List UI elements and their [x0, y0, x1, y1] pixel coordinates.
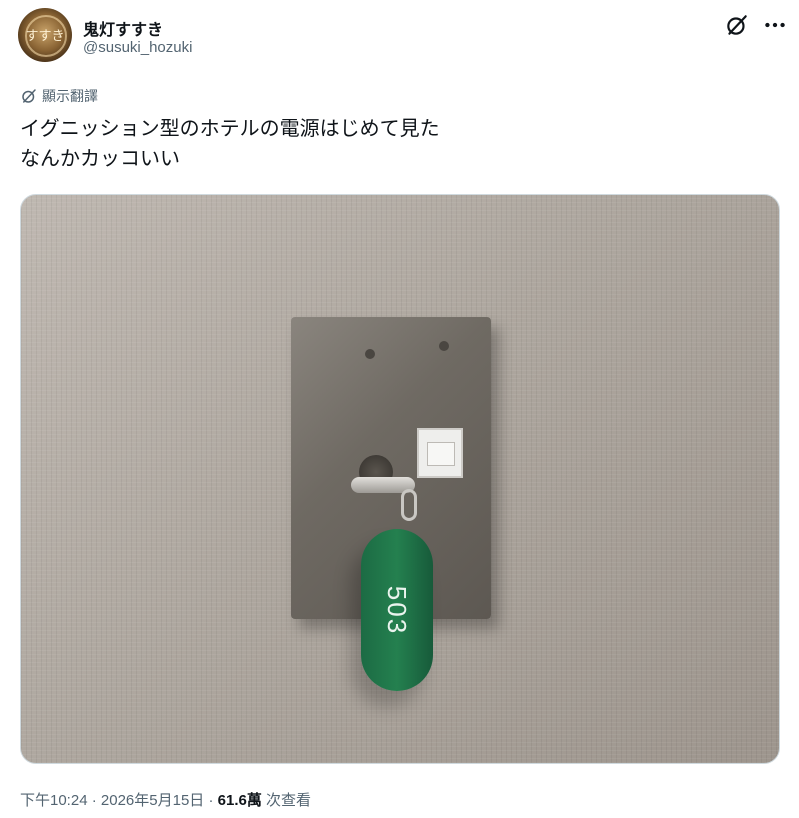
tweet-meta: 下午10:24 · 2026年5月15日 · 61.6萬 次查看: [20, 789, 311, 810]
separator: ·: [208, 792, 214, 809]
display-name[interactable]: 鬼灯すすき: [83, 16, 163, 40]
grok-icon[interactable]: [724, 12, 750, 38]
views-label: 次查看: [266, 792, 312, 809]
view-count: 61.6萬: [217, 792, 262, 809]
avatar[interactable]: すすき: [18, 8, 72, 62]
screw: [439, 341, 449, 351]
tweet-time[interactable]: 下午10:24: [20, 792, 88, 809]
room-key-tag: 503: [361, 529, 433, 691]
user-handle[interactable]: @susuki_hozuki: [83, 39, 192, 56]
key-ring: [401, 489, 417, 521]
avatar-text: すすき: [25, 29, 65, 44]
tweet-text-line: なんかカッコいい: [20, 148, 180, 170]
tweet-header: すすき 鬼灯すすき @susuki_hozuki: [18, 6, 785, 62]
indicator-switch-face: [427, 442, 455, 466]
tweet-text: イグニッション型のホテルの電源はじめて見た なんかカッコいい: [20, 114, 440, 174]
more-icon[interactable]: [762, 12, 788, 38]
translate-label: 顯示翻譯: [42, 88, 98, 104]
room-number: 503: [382, 585, 413, 635]
separator: ·: [91, 792, 97, 809]
tweet-date[interactable]: 2026年5月15日: [101, 792, 204, 809]
tweet-text-line: イグニッション型のホテルの電源はじめて見た: [20, 118, 440, 140]
show-translation-link[interactable]: 顯示翻譯: [20, 86, 98, 106]
translate-globe-icon: [22, 89, 36, 103]
screw: [365, 349, 375, 359]
indicator-switch: [417, 428, 463, 478]
tweet-photo[interactable]: 503: [20, 194, 780, 764]
